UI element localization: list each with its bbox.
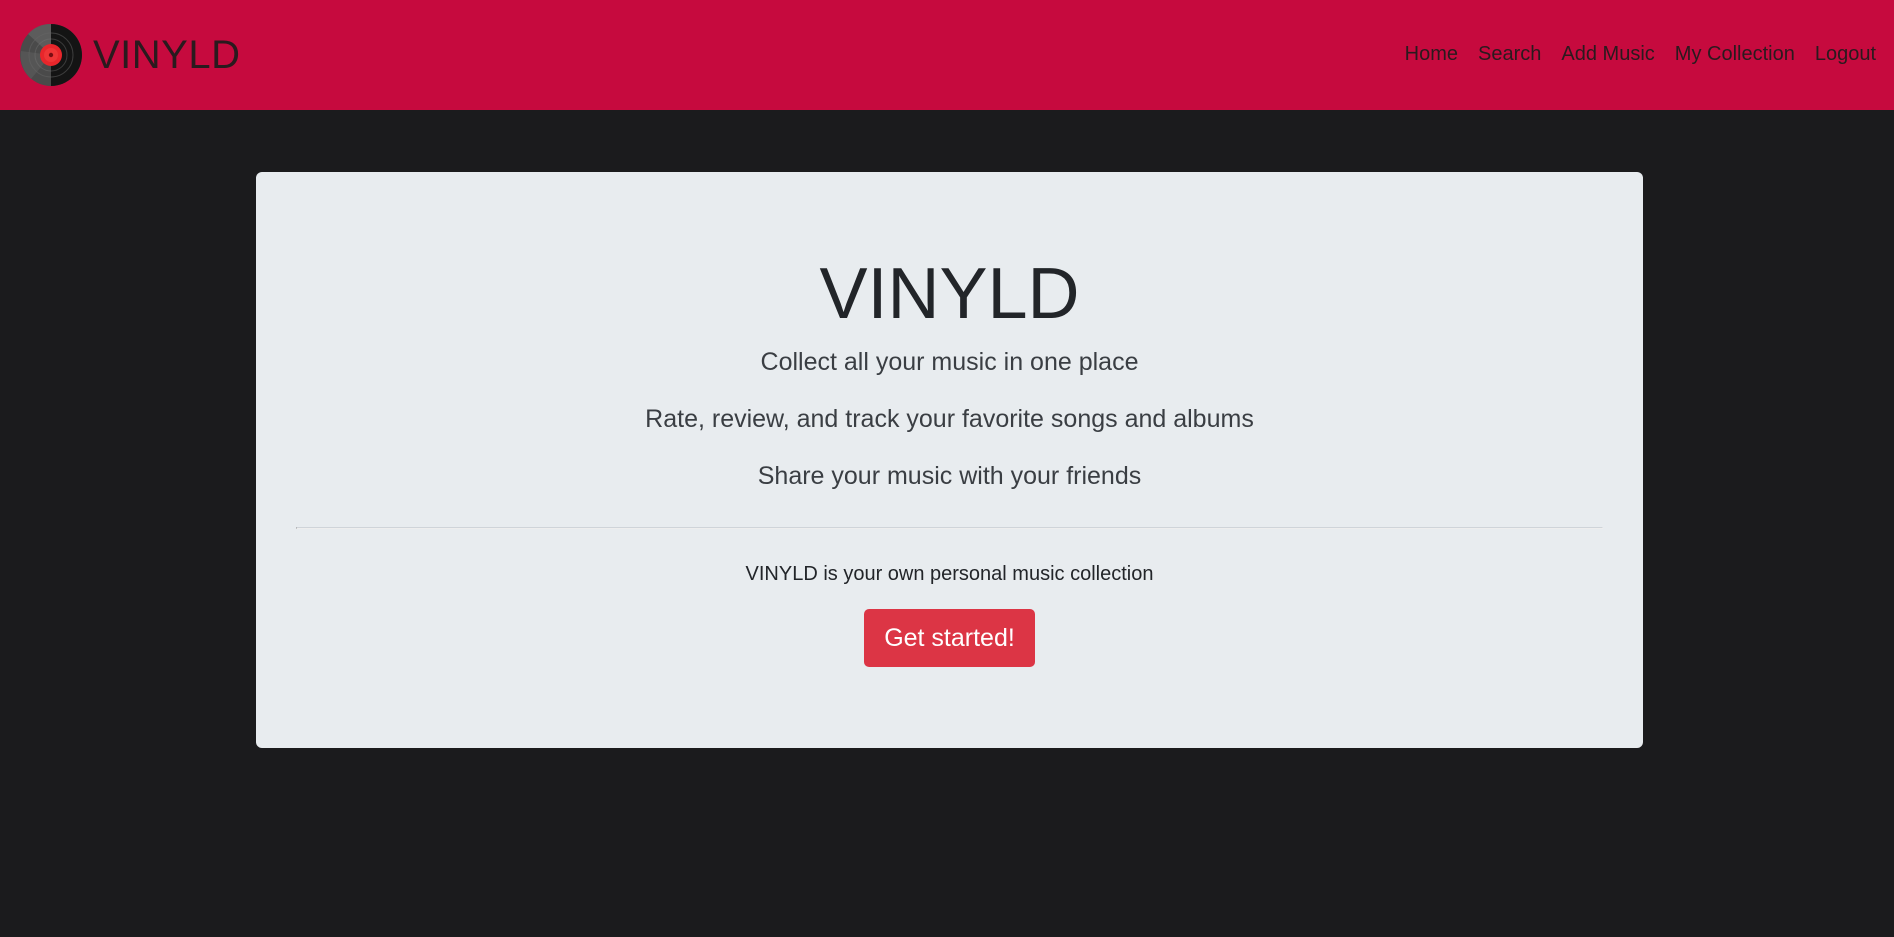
hero-jumbotron: VINYLD Collect all your music in one pla… [256,172,1643,748]
nav-links: Home Search Add Music My Collection Logo… [1395,43,1876,66]
hero-lead-collect: Collect all your music in one place [760,348,1139,376]
hero-tagline: VINYLD is your own personal music collec… [745,563,1154,585]
hero-lead-rate: Rate, review, and track your favorite so… [645,405,1254,433]
hero-divider [296,527,1603,529]
get-started-button[interactable]: Get started! [864,609,1035,667]
nav-search-link[interactable]: Search [1468,43,1551,66]
nav-logout-link[interactable]: Logout [1805,43,1876,66]
vinyl-record-icon [20,23,82,86]
hero-title: VINYLD [819,254,1080,334]
brand-name: VINYLD [93,32,241,77]
navbar: VINYLD Home Search Add Music My Collecti… [0,0,1894,110]
nav-home-link[interactable]: Home [1395,43,1468,66]
nav-my-collection-link[interactable]: My Collection [1665,43,1805,66]
hero-lead-share: Share your music with your friends [757,462,1142,490]
brand-link[interactable]: VINYLD [19,23,241,87]
nav-add-music-link[interactable]: Add Music [1551,43,1664,66]
